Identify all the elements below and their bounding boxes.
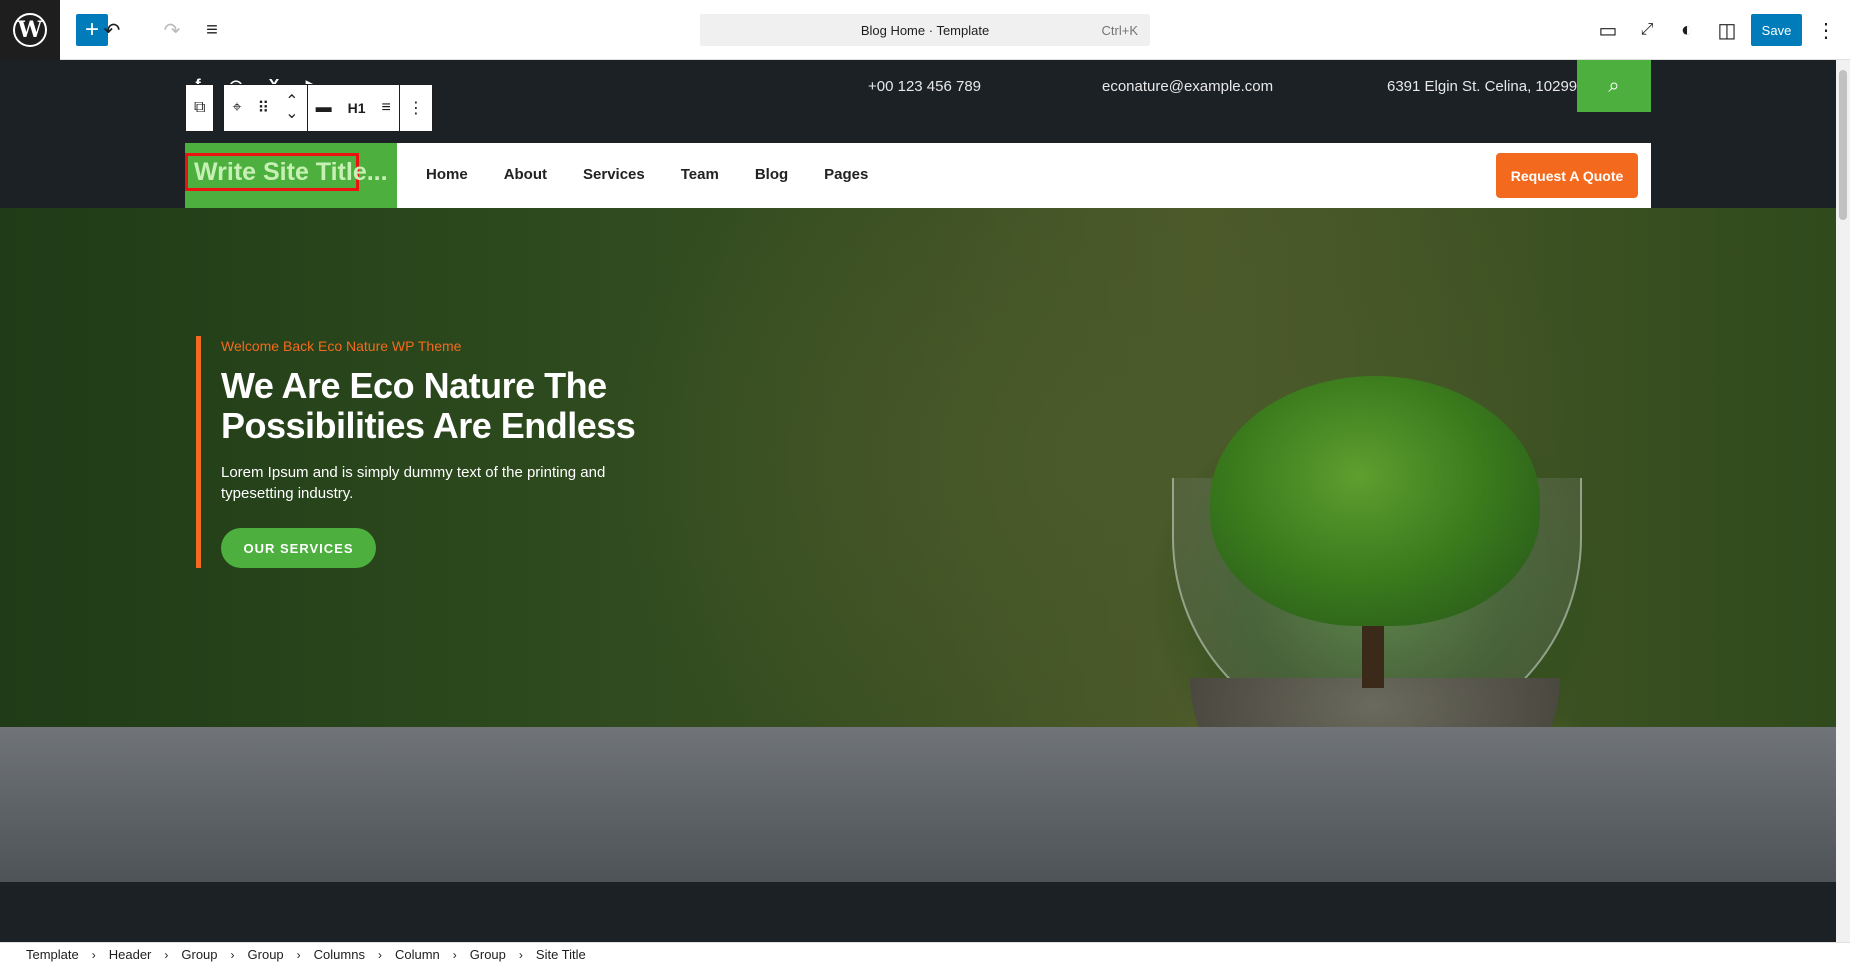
hero-description: Lorem Ipsum and is simply dummy text of …	[221, 464, 606, 502]
block-transform-group: ⧉	[185, 84, 215, 132]
search-icon: ⌕	[1608, 74, 1620, 97]
breadcrumb-item[interactable]: Group	[470, 947, 506, 962]
breadcrumb-item[interactable]: Header	[109, 947, 152, 962]
block-move-group: ⌖ ⠿ ⌃ ⌄	[223, 84, 308, 132]
save-button[interactable]: Save	[1751, 14, 1802, 46]
settings-button[interactable]: ◫	[1711, 14, 1743, 46]
canvas-scrollbar[interactable]	[1836, 60, 1850, 942]
navigation-menu: Home About Services Team Blog Pages	[426, 166, 868, 183]
breadcrumb-item[interactable]: Column	[395, 947, 440, 962]
contrast-icon: ◐	[1680, 18, 1694, 41]
header-address[interactable]: 6391 Elgin St. Celina, 10299	[1387, 78, 1577, 95]
breadcrumb-item[interactable]: Group	[181, 947, 217, 962]
block-breadcrumb: Template › Header › Group › Group › Columns ›…	[0, 942, 1850, 966]
chevron-right-icon: ›	[518, 947, 523, 962]
header-search-button[interactable]: ⌕	[1577, 60, 1651, 112]
fullscreen-button[interactable]: ⤢	[1631, 14, 1663, 46]
transform-icon[interactable]: ⧉	[194, 99, 205, 117]
breadcrumb-item[interactable]: Group	[248, 947, 284, 962]
our-services-button[interactable]: OUR SERVICES	[221, 528, 376, 568]
more-vertical-icon: ⋮	[1816, 19, 1836, 42]
pin-icon[interactable]: ⌖	[232, 99, 241, 117]
block-options-group: ⋮	[398, 84, 433, 132]
breadcrumb-item[interactable]: Template	[26, 947, 79, 962]
undo-icon: ↶	[103, 19, 121, 42]
hero-title: We Are Eco Nature The Possibilities Are …	[221, 365, 636, 446]
hero-accent-bar	[196, 336, 201, 568]
text-align-icon[interactable]: ≡	[381, 99, 390, 117]
chevron-right-icon: ›	[230, 947, 235, 962]
hero-kicker: Welcome Back Eco Nature WP Theme	[221, 338, 462, 354]
breadcrumb-item[interactable]: Columns	[314, 947, 365, 962]
align-icon[interactable]: ▬	[316, 99, 332, 117]
document-title: Blog Home · Template	[860, 22, 990, 38]
nav-item-home[interactable]: Home	[426, 166, 468, 183]
expand-icon: ⤢	[1640, 21, 1654, 38]
redo-button[interactable]: ↷	[156, 14, 188, 46]
list-view-button[interactable]: ≡	[196, 14, 228, 46]
more-options-icon[interactable]: ⋮	[408, 98, 424, 118]
undo-button[interactable]: ↶	[96, 14, 128, 46]
chevron-right-icon: ›	[164, 947, 169, 962]
desktop-icon: ▭	[1598, 19, 1618, 42]
editor-header: W + ↶ ↷ ≡ Blog Home · Template Ctrl+K ▭ …	[0, 0, 1850, 60]
nav-item-blog[interactable]: Blog	[755, 166, 788, 183]
chevron-right-icon: ›	[377, 947, 382, 962]
move-down-icon[interactable]: ⌄	[285, 106, 298, 122]
scrollbar-thumb[interactable]	[1839, 70, 1847, 220]
request-quote-button[interactable]: Request A Quote	[1496, 153, 1638, 198]
block-format-group: ▬ H1 ≡	[306, 84, 400, 132]
nav-item-team[interactable]: Team	[681, 166, 719, 183]
chevron-right-icon: ›	[452, 947, 457, 962]
redo-icon: ↷	[163, 19, 181, 42]
move-arrows: ⌃ ⌄	[285, 94, 298, 122]
styles-button[interactable]: ◐	[1671, 14, 1703, 46]
breadcrumb-current: Site Title	[535, 947, 586, 962]
sidebar-icon: ◫	[1717, 19, 1737, 42]
block-toolbar: ⧉ ⌖ ⠿ ⌃ ⌄ ▬ H1 ≡ ⋮	[185, 84, 433, 132]
nav-item-pages[interactable]: Pages	[824, 166, 868, 183]
list-view-icon: ≡	[206, 18, 218, 41]
next-section-cover	[0, 727, 1836, 882]
wordpress-logo-button[interactable]: W	[0, 0, 60, 60]
options-button[interactable]: ⋮	[1810, 14, 1842, 46]
header-email[interactable]: econature@example.com	[1102, 78, 1273, 95]
view-button[interactable]: ▭	[1592, 14, 1624, 46]
drag-handle-icon[interactable]: ⠿	[257, 98, 269, 118]
nav-item-about[interactable]: About	[504, 166, 547, 183]
site-title[interactable]: Write Site Title...	[185, 153, 388, 191]
command-palette-bar[interactable]: Blog Home · Template Ctrl+K	[700, 14, 1150, 46]
shortcut-hint: Ctrl+K	[1101, 22, 1138, 38]
chevron-right-icon: ›	[296, 947, 301, 962]
chevron-right-icon: ›	[91, 947, 96, 962]
header-phone[interactable]: +00 123 456 789	[868, 78, 981, 95]
nav-item-services[interactable]: Services	[583, 166, 645, 183]
tree-image	[1210, 376, 1540, 626]
heading-level-button[interactable]: H1	[348, 100, 366, 116]
wordpress-icon: W	[13, 13, 47, 47]
editor-canvas: f ◎ X ▶ +00 123 456 789 econature@exampl…	[0, 60, 1836, 942]
